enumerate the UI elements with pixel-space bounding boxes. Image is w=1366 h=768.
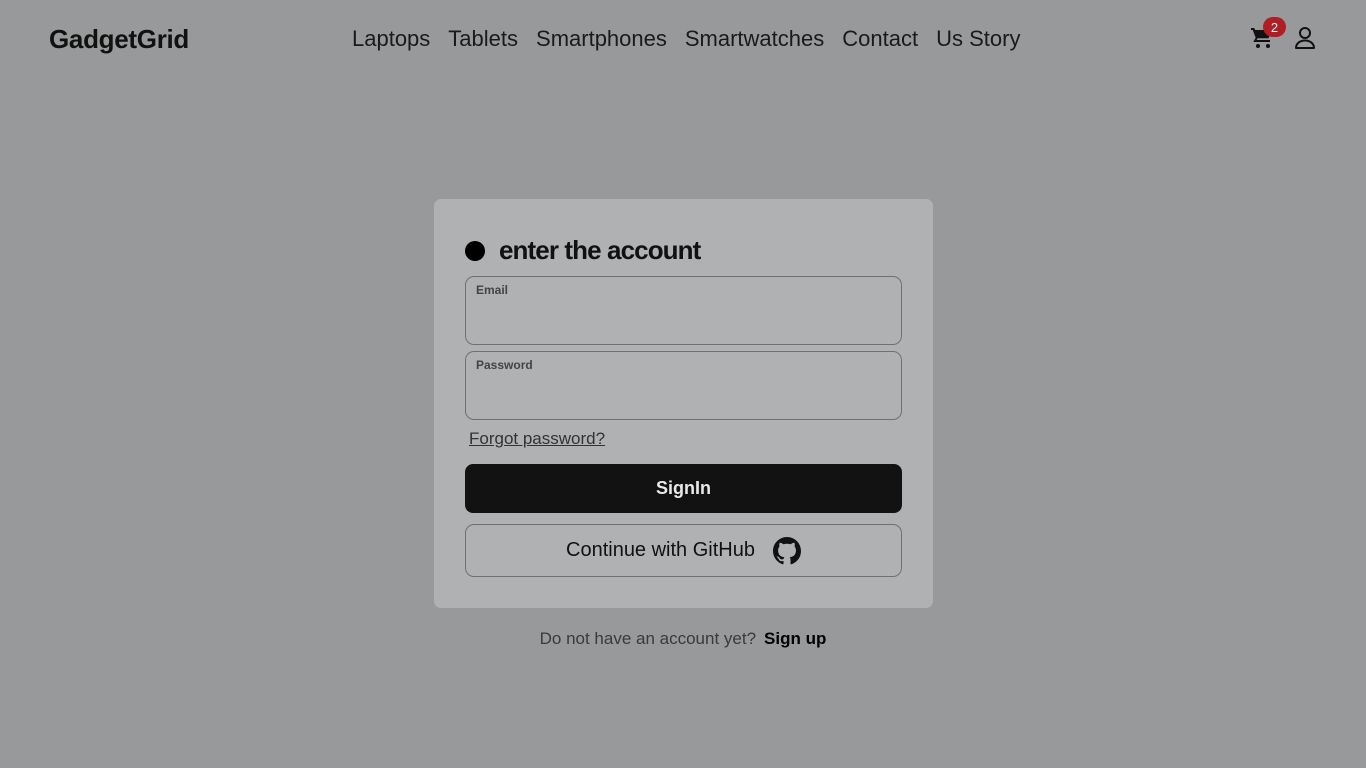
- password-label: Password: [476, 358, 533, 372]
- nav-smartwatches[interactable]: Smartwatches: [685, 26, 824, 52]
- github-icon: [772, 536, 801, 564]
- main-nav: Laptops Tablets Smartphones Smartwatches…: [352, 26, 1020, 52]
- email-label: Email: [476, 283, 509, 297]
- account-button[interactable]: [1294, 26, 1316, 50]
- forgot-password-link[interactable]: Forgot password?: [469, 429, 605, 449]
- email-input[interactable]: [476, 305, 891, 335]
- password-input[interactable]: [476, 380, 891, 410]
- nav-contact[interactable]: Contact: [842, 26, 918, 52]
- site-logo[interactable]: GadgetGrid: [49, 24, 189, 55]
- nav-us-story[interactable]: Us Story: [936, 26, 1020, 52]
- site-header: GadgetGrid Laptops Tablets Smartphones S…: [0, 0, 1366, 80]
- signup-prompt: Do not have an account yet? Sign up: [0, 629, 1366, 649]
- github-button-label: Continue with GitHub: [566, 539, 755, 561]
- cart-count-badge: 2: [1263, 17, 1286, 37]
- login-card: enter the account Email Password Forgot …: [434, 199, 933, 608]
- signup-link[interactable]: Sign up: [764, 629, 826, 649]
- bullet-dot-icon: [465, 240, 485, 261]
- nav-laptops[interactable]: Laptops: [352, 26, 430, 52]
- login-heading: enter the account: [465, 235, 701, 266]
- signin-button[interactable]: SignIn: [465, 464, 902, 513]
- email-field[interactable]: Email: [465, 276, 902, 345]
- login-title: enter the account: [499, 235, 701, 265]
- signin-button-label: SignIn: [656, 478, 711, 498]
- cart-button[interactable]: 2: [1250, 17, 1286, 50]
- password-field[interactable]: Password: [465, 351, 902, 420]
- nav-tablets[interactable]: Tablets: [448, 26, 518, 52]
- nav-smartphones[interactable]: Smartphones: [536, 26, 667, 52]
- github-signin-button[interactable]: Continue with GitHub: [465, 524, 902, 577]
- user-icon: [1295, 27, 1315, 49]
- signup-prompt-text: Do not have an account yet?: [539, 629, 757, 648]
